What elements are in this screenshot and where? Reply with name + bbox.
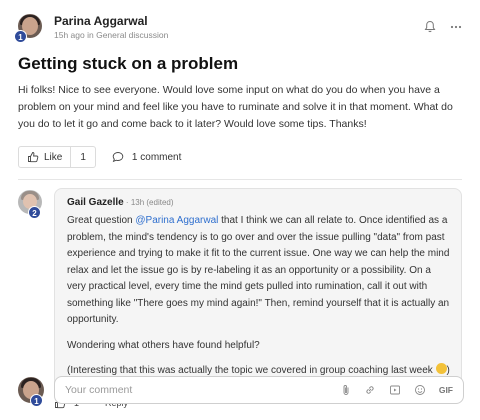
gif-button[interactable]: GIF (439, 385, 453, 395)
wink-emoji-icon (435, 363, 447, 374)
like-count[interactable]: 1 (70, 147, 95, 167)
comment-header: Gail Gazelle · 13h (edited) (67, 197, 451, 208)
comment-count-button[interactable]: 1 comment (112, 151, 181, 163)
post-header: 1 Parina Aggarwal 15h ago in General dis… (14, 14, 462, 43)
like-label: Like (44, 151, 63, 163)
post-reactions: Like 1 1 comment (18, 146, 462, 180)
post-body: Hi folks! Nice to see everyone. Would lo… (18, 84, 453, 130)
mention-link[interactable]: @Parina Aggarwal (135, 215, 218, 226)
composer-tools: GIF (341, 384, 453, 396)
comment-paragraph-2: Wondering what others have found helpful… (67, 339, 260, 351)
comment-bubble: Gail Gazelle · 13h (edited) Great questi… (54, 188, 462, 391)
post-title: Getting stuck on a problem (18, 54, 239, 73)
commenter-avatar[interactable]: 2 (18, 190, 42, 219)
author-avatar[interactable]: 1 (14, 14, 42, 43)
link-icon[interactable] (364, 384, 376, 396)
post-meta: Parina Aggarwal 15h ago in General discu… (54, 14, 168, 40)
comment-count-label: 1 comment (131, 151, 182, 163)
bell-icon[interactable] (424, 20, 436, 33)
emoji-icon[interactable] (414, 384, 426, 396)
video-icon[interactable] (389, 384, 401, 396)
attachment-icon[interactable] (341, 384, 351, 396)
timestamp-text: 15h ago in (54, 30, 94, 40)
like-button[interactable]: Like (19, 147, 70, 167)
post: 1 Parina Aggarwal 15h ago in General dis… (0, 0, 480, 180)
post-header-actions (424, 14, 462, 33)
more-options-icon[interactable] (450, 20, 462, 33)
level-badge: 1 (30, 394, 43, 407)
comment-timestamp: · 13h (edited) (123, 198, 174, 207)
level-badge: 1 (14, 30, 27, 43)
reply-composer: 1 Your comment GIF (18, 376, 464, 407)
like-control: Like 1 (18, 146, 96, 168)
thumbs-up-icon (27, 151, 39, 163)
author-name[interactable]: Parina Aggarwal (54, 14, 168, 28)
level-badge: 2 (28, 206, 41, 219)
comment-input-placeholder: Your comment (65, 384, 133, 396)
current-user-avatar: 1 (18, 377, 44, 407)
post-timestamp: 15h ago in General discussion (54, 30, 168, 40)
group-link[interactable]: General discussion (96, 30, 168, 40)
comment-bubble-icon (112, 151, 124, 163)
comment-paragraph-1: Great question @Parina Aggarwal that I t… (67, 215, 450, 325)
comment-text: Great question @Parina Aggarwal that I t… (67, 213, 451, 380)
comment: 2 Gail Gazelle · 13h (edited) Great ques… (0, 180, 480, 391)
commenter-name[interactable]: Gail Gazelle (67, 197, 124, 208)
comment-input[interactable]: Your comment GIF (54, 376, 464, 404)
